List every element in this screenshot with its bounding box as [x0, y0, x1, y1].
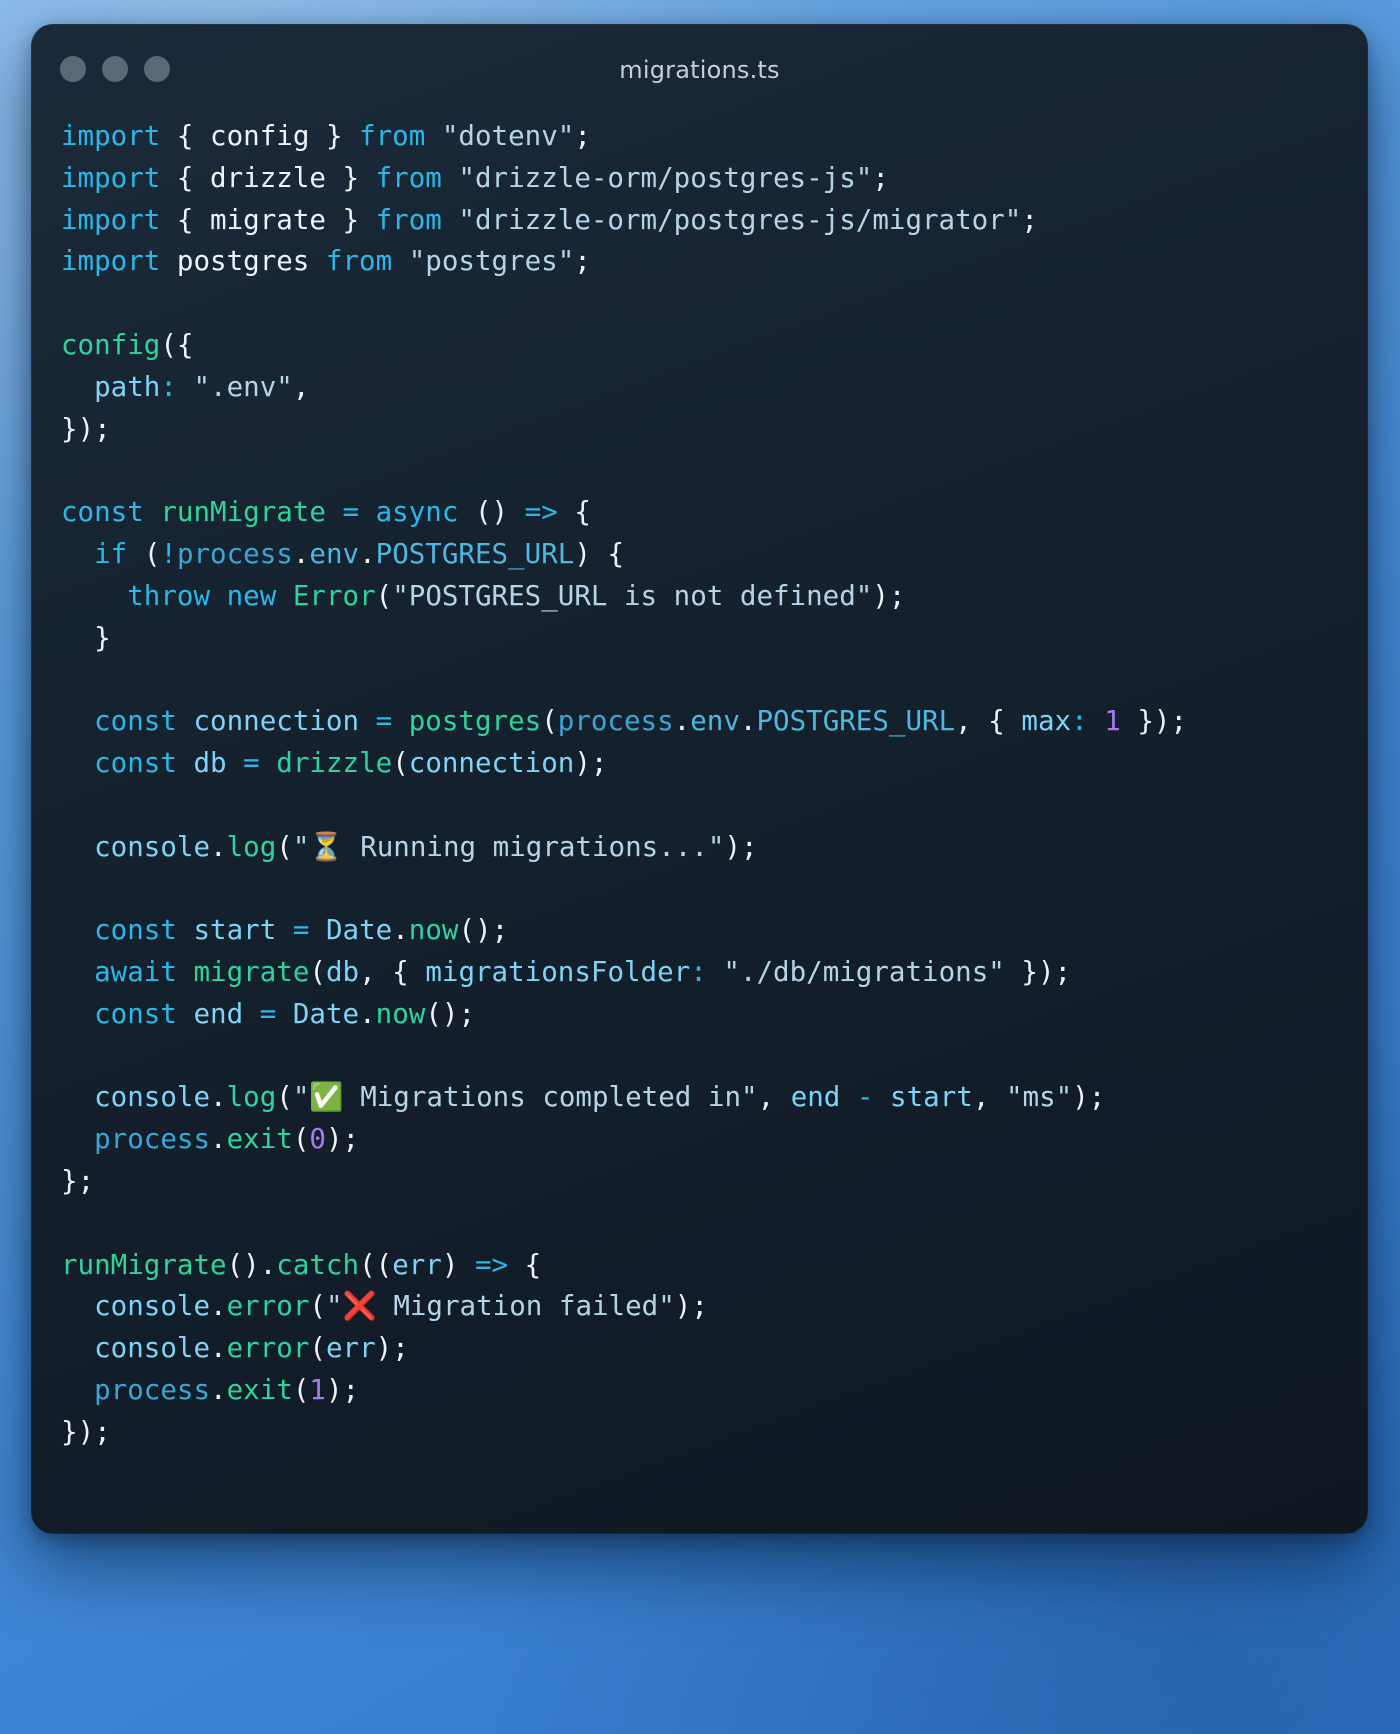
code-line: runMigrate().catch((err) => { — [61, 1248, 542, 1281]
code-line: }); — [61, 412, 111, 445]
code-line: const runMigrate = async () => { — [61, 496, 591, 529]
code-block: import { config } from "dotenv"; import {… — [31, 116, 1368, 1454]
emoji-glyph: ⏳ — [309, 830, 344, 863]
code-line: console.log("⏳ Running migrations..."); — [94, 830, 758, 863]
code-line: }; — [61, 1164, 95, 1197]
code-line: process.exit(1); — [94, 1373, 360, 1406]
code-line: import { migrate } from "drizzle-orm/pos… — [61, 203, 1038, 236]
code-line: const db = drizzle(connection); — [94, 746, 608, 779]
code-line: console.log("✅ Migrations completed in",… — [94, 1081, 1106, 1114]
window-titlebar: migrations.ts — [31, 24, 1368, 116]
code-line: import { config } from "dotenv"; — [61, 120, 591, 152]
window-title: migrations.ts — [619, 56, 780, 84]
code-line: } — [94, 621, 111, 654]
code-line: console.error(err); — [94, 1332, 409, 1365]
code-window: migrations.ts import { config } from "do… — [31, 24, 1368, 1534]
code-line: process.exit(0); — [94, 1123, 360, 1156]
code-line: const connection = postgres(process.env.… — [94, 705, 1188, 738]
code-line: import { drizzle } from "drizzle-orm/pos… — [61, 161, 889, 194]
code-line: throw new Error("POSTGRES_URL is not def… — [127, 579, 906, 612]
code-line: }); — [61, 1415, 111, 1448]
code-line: config({ — [61, 328, 194, 361]
emoji-glyph: ✅ — [309, 1081, 344, 1114]
code-line: await migrate(db, { migrationsFolder: ".… — [94, 955, 1072, 988]
code-line: const end = Date.now(); — [94, 997, 475, 1030]
emoji-glyph: ❌ — [342, 1290, 377, 1323]
code-line: console.error("❌ Migration failed"); — [94, 1290, 708, 1323]
code-line: import postgres from "postgres"; — [61, 245, 591, 278]
desktop-background: migrations.ts import { config } from "do… — [0, 0, 1400, 1734]
code-line: if (!process.env.POSTGRES_URL) { — [94, 537, 625, 570]
code-line: const start = Date.now(); — [94, 914, 509, 947]
code-line: path: ".env", — [94, 370, 310, 403]
